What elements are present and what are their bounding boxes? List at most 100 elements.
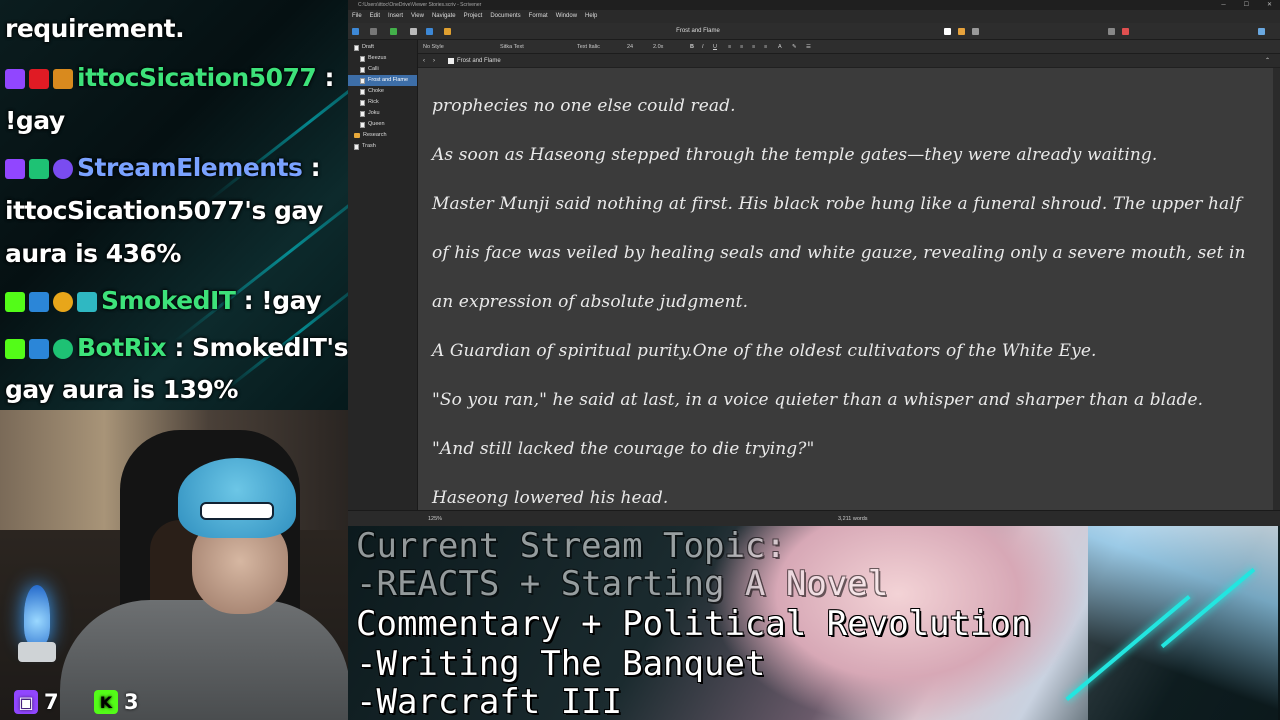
list-icon[interactable]: ☰ xyxy=(806,40,811,54)
split-toggle-icon[interactable]: ⌃ xyxy=(1265,54,1270,68)
menu-navigate[interactable]: Navigate xyxy=(432,10,456,23)
editor-paragraph: an expression of absolute judgment. xyxy=(432,292,749,312)
editor-text-area[interactable]: prophecies no one else could read. As so… xyxy=(418,68,1273,510)
main-toolbar: Frost and Flame xyxy=(348,23,1280,40)
line-spacing-select[interactable]: 2.0x xyxy=(653,40,663,54)
chat-message: SmokedIT : !gay xyxy=(5,286,322,315)
back-arrow-icon[interactable]: ‹ xyxy=(423,54,425,68)
menu-edit[interactable]: Edit xyxy=(370,10,380,23)
binder-item-research[interactable]: Research xyxy=(354,130,417,141)
fox-icon xyxy=(53,69,73,89)
chat-separator: : xyxy=(316,63,335,92)
close-button[interactable]: ✕ xyxy=(1267,0,1272,10)
inspector-icon[interactable] xyxy=(1258,28,1265,35)
binder-item-draft[interactable]: Draft xyxy=(354,42,417,53)
twitch-viewer-count: 7 xyxy=(44,690,59,714)
chat-badges xyxy=(5,292,97,312)
editor-paragraph: prophecies no one else could read. xyxy=(432,96,736,116)
binder-item-frost-and-flame[interactable]: Frost and Flame xyxy=(348,75,417,86)
underline-icon[interactable]: U xyxy=(713,40,717,54)
chat-message: BotRix : SmokedIT's xyxy=(5,333,348,362)
trash-icon[interactable] xyxy=(410,28,417,35)
binder-item-queen[interactable]: Queen xyxy=(354,119,417,130)
editor-paragraph: "And still lacked the courage to die try… xyxy=(432,439,815,459)
kick-icon xyxy=(5,339,25,359)
lava-lamp xyxy=(24,585,50,645)
binder-item-beezus[interactable]: Beezus xyxy=(354,53,417,64)
bookmark-icon[interactable] xyxy=(1122,28,1129,35)
twitch-icon xyxy=(5,159,25,179)
chat-message-text: requirement. xyxy=(5,14,185,43)
editor-paragraph: of his face was veiled by healing seals … xyxy=(432,243,1246,263)
minimize-button[interactable]: ─ xyxy=(1221,0,1225,10)
topic-item: -Writing The Banquet xyxy=(356,644,766,684)
topic-item: -Warcraft III xyxy=(356,682,623,720)
binder-item-choke[interactable]: Choke xyxy=(354,86,417,97)
trash-icon xyxy=(354,143,359,150)
document-icon xyxy=(360,88,365,95)
editor-document-title: Frost and Flame xyxy=(457,58,501,64)
coin-icon xyxy=(53,292,73,312)
document-icon xyxy=(354,44,359,51)
menu-file[interactable]: File xyxy=(352,10,362,23)
binder-toggle-icon[interactable] xyxy=(352,28,359,35)
stream-topic-panel: Current Stream Topic: -REACTS + Starting… xyxy=(348,526,1280,720)
font-face-select[interactable]: Text Italic xyxy=(577,40,600,54)
menu-insert[interactable]: Insert xyxy=(388,10,403,23)
menu-format[interactable]: Format xyxy=(529,10,548,23)
color-icon[interactable]: A xyxy=(778,40,782,54)
menu-documents[interactable]: Documents xyxy=(490,10,520,23)
menu-project[interactable]: Project xyxy=(464,10,483,23)
corkboard-icon[interactable] xyxy=(958,28,965,35)
bold-icon[interactable]: B xyxy=(690,40,694,54)
hammer-icon xyxy=(29,339,49,359)
link-icon[interactable] xyxy=(426,28,433,35)
camera-icon xyxy=(29,69,49,89)
edit-icon[interactable] xyxy=(444,28,451,35)
outline-icon[interactable] xyxy=(972,28,979,35)
add-icon[interactable] xyxy=(390,28,397,35)
share-icon[interactable] xyxy=(1108,28,1115,35)
webcam-feed xyxy=(0,410,348,720)
page-view-icon[interactable] xyxy=(944,28,951,35)
twitch-icon: ▣ xyxy=(14,690,38,714)
menu-view[interactable]: View xyxy=(411,10,424,23)
binder-item-joku[interactable]: Joku xyxy=(354,108,417,119)
editor-paragraph: Haseong lowered his head. xyxy=(432,488,669,508)
scrivener-window: C:\Users\ittoc\OneDrive\Viewer Stories.s… xyxy=(348,0,1280,526)
chat-message-text: !gay xyxy=(5,106,65,135)
menu-help[interactable]: Help xyxy=(585,10,597,23)
anime-artwork-hair xyxy=(1088,526,1278,720)
align-left-icon[interactable]: ≡ xyxy=(728,40,731,54)
search-icon[interactable] xyxy=(370,28,377,35)
maximize-button[interactable]: ☐ xyxy=(1244,0,1249,10)
window-controls: ─ ☐ ✕ xyxy=(1221,0,1272,10)
chat-separator: : xyxy=(302,153,321,182)
binder-item-rick[interactable]: Rick xyxy=(354,97,417,108)
justify-icon[interactable]: ≡ xyxy=(764,40,767,54)
zoom-level[interactable]: 125% xyxy=(428,511,442,527)
editor-paragraph: As soon as Haseong stepped through the t… xyxy=(432,145,1158,165)
topic-item: -REACTS + Starting A Novel xyxy=(356,564,889,604)
editor-paragraph: A Guardian of spiritual purity.One of th… xyxy=(432,341,1097,361)
chat-overlay: requirement. ittocSication5077 : !gay St… xyxy=(0,0,348,410)
font-size-select[interactable]: 24 xyxy=(627,40,633,54)
highlight-icon[interactable]: ✎ xyxy=(792,40,797,54)
menu-window[interactable]: Window xyxy=(556,10,577,23)
editor-scrollbar[interactable] xyxy=(1273,68,1280,510)
decorative-streak xyxy=(170,157,348,346)
align-center-icon[interactable]: ≡ xyxy=(740,40,743,54)
binder-item-calli[interactable]: Calli xyxy=(354,64,417,75)
chat-badges xyxy=(5,159,73,179)
italic-icon[interactable]: I xyxy=(702,40,704,54)
forward-arrow-icon[interactable]: › xyxy=(433,54,435,68)
style-select[interactable]: No Style xyxy=(423,40,444,54)
chat-message-text: aura is 436% xyxy=(5,239,181,268)
align-right-icon[interactable]: ≡ xyxy=(752,40,755,54)
font-family-select[interactable]: Sitka Text xyxy=(500,40,524,54)
verified-icon xyxy=(53,159,73,179)
hammer-icon xyxy=(29,292,49,312)
chat-message: StreamElements : xyxy=(5,153,321,182)
binder-item-trash[interactable]: Trash xyxy=(354,141,417,152)
chat-message-body: : !gay xyxy=(235,286,322,315)
